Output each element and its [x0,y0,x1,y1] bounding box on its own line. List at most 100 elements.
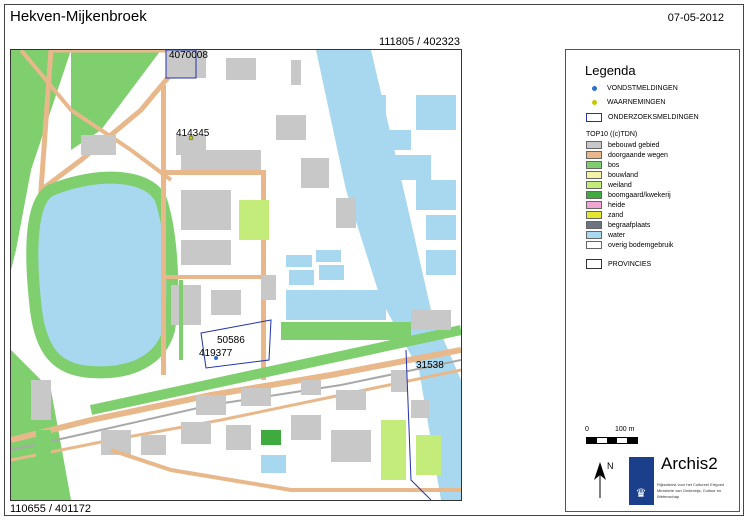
swatch [586,191,602,199]
building [391,370,407,392]
swatch [586,171,602,179]
legend-class-row: boomgaard/kwekerij [586,191,671,199]
legend-label: overig bodemgebruik [608,241,674,249]
pond [286,290,386,320]
building [241,388,271,406]
legend-label: bouwland [608,171,638,179]
scale-bar [586,437,638,444]
print-date: 07-05-2012 [667,12,724,24]
pond [261,455,286,473]
map-label: 50586 [217,335,245,346]
building [196,395,226,415]
brand-name: Archis2 [661,454,718,473]
building [181,240,231,265]
vondstmelding-icon [592,86,597,91]
building [81,135,116,155]
road-horizontal-1 [166,170,266,175]
building [336,198,356,228]
meadow [416,435,441,475]
building [181,150,261,170]
woodland [36,430,51,460]
swatch [586,201,602,209]
crown-emblem-icon: ♛ [635,486,647,500]
map-label: 419377 [199,348,233,359]
building [141,435,166,455]
swatch [586,151,602,159]
legend-label: zand [608,211,624,219]
pond [391,155,431,180]
legend-class-row: bos [586,161,619,169]
building [226,425,251,450]
coord-bottom-left: 110655 / 401172 [10,503,91,515]
road-horizontal-2 [166,275,266,279]
scale-zero: 0 [585,426,589,433]
swatch [586,241,602,249]
building [411,310,451,330]
legend-class-row: bouwland [586,171,638,179]
legend-class-row: overig bodemgebruik [586,241,673,249]
onderzoeksmelding-icon [586,113,602,122]
pond [316,250,341,262]
province-icon [586,259,602,269]
scale-max: 100 m [615,426,635,433]
pond [426,250,456,275]
building [181,422,211,444]
building [331,430,371,462]
legend-class-row: zand [586,211,623,219]
building [301,380,321,395]
pond [416,95,456,130]
pond [366,95,386,120]
legend-class-row: heide [586,201,625,209]
swatch [586,221,602,229]
pond [426,215,456,240]
swatch [586,141,602,149]
legend-class-row: bebouwd gebied [586,141,659,149]
map-label: 4070008 [169,50,208,61]
legend-row-provincies: PROVINCIES [586,259,651,269]
coord-top-right: 111805 / 402323 [379,36,460,48]
building [261,275,276,300]
legend-label: water [608,231,626,239]
building [291,60,301,85]
map-label: 31538 [416,360,444,371]
legend-class-row: begraafplaats [586,221,650,229]
brand-subtitle: Rijksdienst voor het Cultureel Erfgoed M… [657,482,725,499]
building [226,58,256,80]
legend-top10-title: TOP10 ((c)TDN) [586,131,638,138]
legend-row-onderzoek: ONDERZOEKSMELDINGEN [586,113,699,122]
pond [381,130,411,150]
map-canvas[interactable]: 4070008 414345 50586 419377 31538 [10,49,462,501]
building [31,380,51,420]
legend-label: ONDERZOEKSMELDINGEN [608,114,699,121]
building [276,115,306,140]
legend-label: VONDSTMELDINGEN [607,85,678,92]
building [211,290,241,315]
map-svg: 4070008 414345 50586 419377 31538 [11,50,461,500]
building [181,190,231,230]
legend-label: heide [608,201,626,209]
legend-label: weiland [608,181,632,189]
meadow [239,200,269,240]
swatch [586,161,602,169]
lake [26,171,179,379]
green-strip [281,322,411,340]
map-title: Hekven-Mijkenbroek [10,8,147,25]
legend-label: bos [608,161,620,169]
swatch [586,231,602,239]
legend-label: WAARNEMINGEN [607,99,666,106]
orchard [261,430,281,445]
pond [286,255,312,267]
swatch [586,211,602,219]
meadow [381,420,406,480]
legend-label: begraafplaats [608,221,651,229]
building [171,285,201,325]
map-label: 414345 [176,128,210,139]
green-strip [179,280,183,360]
waarneming-icon [592,100,597,105]
legend-label: boomgaard/kwekerij [608,191,671,199]
north-label: N [607,461,614,471]
pond [319,265,344,280]
legend-class-row: doorgaande wegen [586,151,668,159]
swatch [586,181,602,189]
legend-title: Legenda [585,63,636,78]
